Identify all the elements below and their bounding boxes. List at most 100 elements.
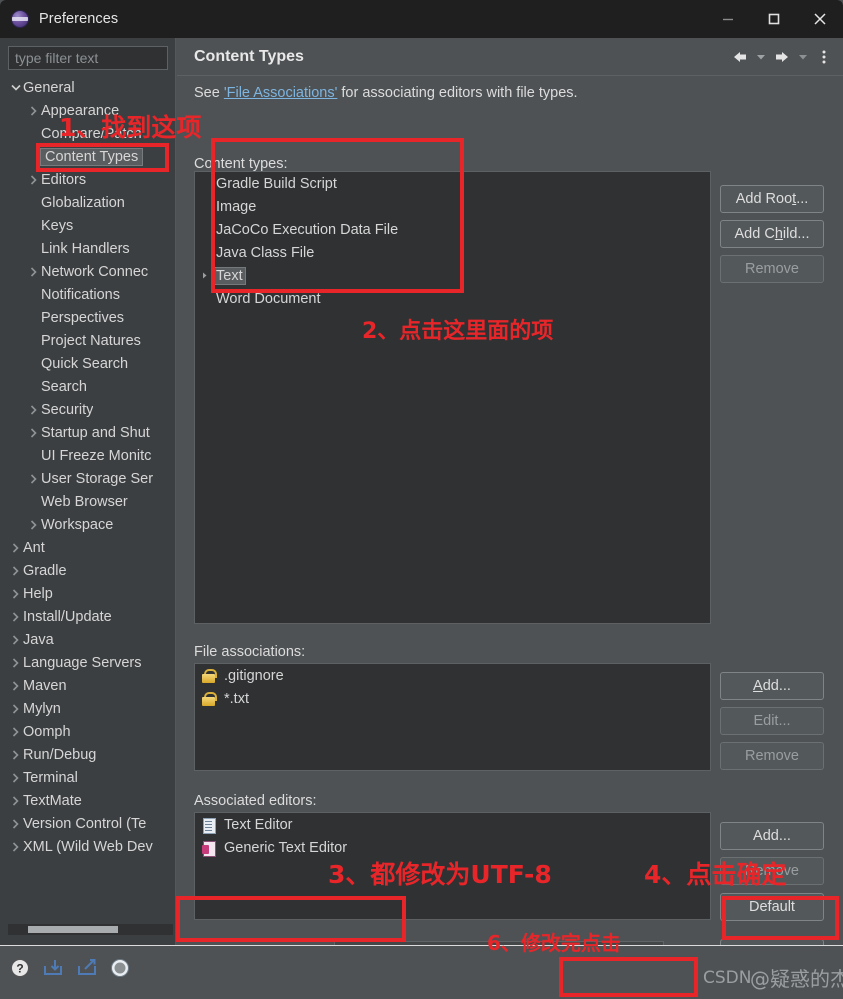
page-nav-tools	[729, 38, 835, 76]
sidebar-item-xml-wild-web-dev[interactable]: XML (Wild Web Dev	[8, 835, 173, 858]
restore-defaults-icon[interactable]	[110, 958, 130, 983]
chevron-right-icon[interactable]	[26, 174, 41, 185]
help-icon[interactable]: ?	[10, 958, 30, 983]
file-associations-add-button[interactable]: Add...	[720, 672, 824, 700]
import-icon[interactable]	[42, 958, 64, 983]
sidebar-item-ui-freeze-monitc[interactable]: UI Freeze Monitc	[8, 444, 173, 467]
chevron-right-icon[interactable]	[8, 818, 23, 829]
sidebar-item-oomph[interactable]: Oomph	[8, 720, 173, 743]
chevron-down-icon[interactable]	[8, 83, 23, 92]
file-association-item[interactable]: .gitignore	[195, 664, 710, 687]
sidebar-item-web-browser[interactable]: Web Browser	[8, 490, 173, 513]
chevron-right-icon[interactable]	[8, 657, 23, 668]
maximize-icon[interactable]	[751, 0, 797, 38]
sidebar-item-label: Startup and Shut	[41, 424, 150, 441]
sidebar-item-notifications[interactable]: Notifications	[8, 283, 173, 306]
sidebar-item-version-control-te[interactable]: Version Control (Te	[8, 812, 173, 835]
file-associations-remove-button[interactable]: Remove	[720, 742, 824, 770]
sidebar-item-label: Install/Update	[23, 608, 112, 625]
associated-editors-add-button[interactable]: Add...	[720, 822, 824, 850]
chevron-right-icon[interactable]	[26, 105, 41, 116]
sidebar-item-label: User Storage Ser	[41, 470, 154, 487]
sidebar-item-globalization[interactable]: Globalization	[8, 191, 173, 214]
chevron-right-icon[interactable]	[26, 519, 41, 530]
sidebar-item-quick-search[interactable]: Quick Search	[8, 352, 173, 375]
forward-arrow-icon[interactable]	[771, 42, 793, 72]
sidebar-item-language-servers[interactable]: Language Servers	[8, 651, 173, 674]
chevron-right-icon[interactable]	[8, 795, 23, 806]
preferences-sidebar: type filter text General Appearance Compar…	[0, 38, 176, 956]
sidebar-item-label: Help	[23, 585, 53, 602]
sidebar-item-search[interactable]: Search	[8, 375, 173, 398]
view-menu-icon[interactable]	[813, 42, 835, 72]
sidebar-item-terminal[interactable]: Terminal	[8, 766, 173, 789]
chevron-right-icon[interactable]	[8, 542, 23, 553]
sidebar-item-perspectives[interactable]: Perspectives	[8, 306, 173, 329]
sidebar-item-install-update[interactable]: Install/Update	[8, 605, 173, 628]
associated-editor-item[interactable]: Text Editor	[195, 813, 710, 836]
sidebar-item-label: Gradle	[23, 562, 67, 579]
sidebar-item-help[interactable]: Help	[8, 582, 173, 605]
preferences-tree[interactable]: General Appearance Compare/Patch Content Ty…	[8, 76, 173, 956]
tree-horizontal-scrollbar[interactable]	[8, 924, 173, 935]
sidebar-item-mylyn[interactable]: Mylyn	[8, 697, 173, 720]
sidebar-item-ant[interactable]: Ant	[8, 536, 173, 559]
chevron-right-icon[interactable]	[8, 634, 23, 645]
sidebar-item-workspace[interactable]: Workspace	[8, 513, 173, 536]
chevron-right-icon[interactable]	[8, 588, 23, 599]
page-header: Content Types	[177, 38, 843, 76]
sidebar-item-keys[interactable]: Keys	[8, 214, 173, 237]
chevron-right-icon[interactable]	[26, 404, 41, 415]
chevron-right-icon[interactable]	[8, 841, 23, 852]
window-title: Preferences	[39, 11, 119, 27]
chevron-right-icon[interactable]	[26, 266, 41, 277]
file-associations-list[interactable]: .gitignore *.txt	[194, 663, 711, 771]
sidebar-item-startup-and-shut[interactable]: Startup and Shut	[8, 421, 173, 444]
file-association-item[interactable]: *.txt	[195, 687, 710, 710]
associated-editor-item-label: Generic Text Editor	[224, 839, 348, 856]
sidebar-item-general[interactable]: General	[8, 76, 173, 99]
chevron-right-icon[interactable]	[8, 772, 23, 783]
content-types-add-root-button[interactable]: Add Roo t...	[720, 185, 824, 213]
forward-chevron-down-icon[interactable]	[795, 42, 811, 72]
sidebar-item-security[interactable]: Security	[8, 398, 173, 421]
annotation-step-1: 1、找到这项	[59, 113, 202, 142]
sidebar-item-project-natures[interactable]: Project Natures	[8, 329, 173, 352]
back-chevron-down-icon[interactable]	[753, 42, 769, 72]
chevron-right-icon[interactable]	[8, 749, 23, 760]
file-associations-edit-button[interactable]: Edit...	[720, 707, 824, 735]
sidebar-item-label: Notifications	[41, 286, 120, 303]
annotation-box-update	[722, 896, 839, 940]
file-associations-label: File associations:	[194, 644, 306, 660]
minimize-icon[interactable]	[705, 0, 751, 38]
sidebar-item-label: Run/Debug	[23, 746, 97, 763]
sidebar-item-user-storage-ser[interactable]: User Storage Ser	[8, 467, 173, 490]
chevron-right-icon[interactable]	[8, 611, 23, 622]
file-associations-link[interactable]: 'File Associations'	[224, 85, 338, 101]
back-arrow-icon[interactable]	[729, 42, 751, 72]
hint-prefix: See	[194, 85, 224, 101]
chevron-right-icon[interactable]	[26, 427, 41, 438]
sidebar-item-gradle[interactable]: Gradle	[8, 559, 173, 582]
export-icon[interactable]	[76, 958, 98, 983]
chevron-right-icon[interactable]	[26, 473, 41, 484]
sidebar-item-java[interactable]: Java	[8, 628, 173, 651]
sidebar-item-run-debug[interactable]: Run/Debug	[8, 743, 173, 766]
scrollbar-thumb[interactable]	[28, 926, 118, 933]
sidebar-item-network-connec[interactable]: Network Connec	[8, 260, 173, 283]
sidebar-item-maven[interactable]: Maven	[8, 674, 173, 697]
sidebar-item-label: Search	[41, 378, 87, 395]
chevron-right-icon[interactable]	[8, 680, 23, 691]
file-association-item-label: *.txt	[224, 690, 249, 707]
content-types-add-child-button[interactable]: Add Ch ild...	[720, 220, 824, 248]
sidebar-item-link-handlers[interactable]: Link Handlers	[8, 237, 173, 260]
filter-input[interactable]: type filter text	[8, 46, 168, 70]
chevron-right-icon[interactable]	[8, 703, 23, 714]
title-bar: Preferences	[0, 0, 843, 38]
content-types-remove-button[interactable]: Remove	[720, 255, 824, 283]
sidebar-item-textmate[interactable]: TextMate	[8, 789, 173, 812]
chevron-right-icon[interactable]	[8, 726, 23, 737]
chevron-right-icon[interactable]	[8, 565, 23, 576]
sidebar-item-label: Java	[23, 631, 54, 648]
close-icon[interactable]	[797, 0, 843, 38]
